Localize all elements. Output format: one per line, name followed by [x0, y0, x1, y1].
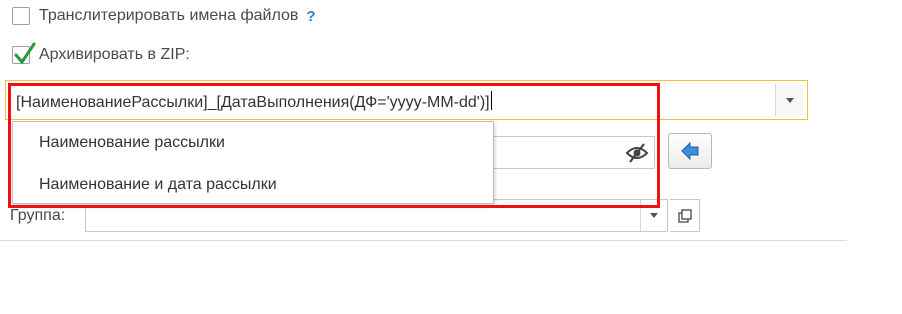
transliterate-row: Транслитерировать имена файлов ?	[12, 7, 316, 25]
archive-row: Архивировать в ZIP:	[12, 42, 190, 64]
template-dropdown-button[interactable]	[775, 84, 803, 116]
archive-checkbox[interactable]	[12, 42, 36, 64]
back-button[interactable]	[668, 133, 712, 169]
help-link[interactable]: ?	[306, 8, 315, 25]
triangle-down-icon	[785, 97, 794, 103]
transliterate-checkbox[interactable]	[12, 7, 30, 25]
checkmark-icon	[14, 42, 36, 64]
transliterate-label[interactable]: Транслитерировать имена файлов	[39, 7, 298, 25]
separator	[0, 240, 847, 241]
group-open-button[interactable]	[670, 199, 700, 232]
group-label: Группа:	[10, 207, 66, 224]
arrow-left-icon	[681, 141, 699, 161]
red-highlight-frame	[8, 83, 660, 208]
triangle-down-icon	[650, 213, 658, 218]
open-window-icon	[677, 208, 692, 223]
archive-label[interactable]: Архивировать в ZIP:	[39, 46, 190, 64]
